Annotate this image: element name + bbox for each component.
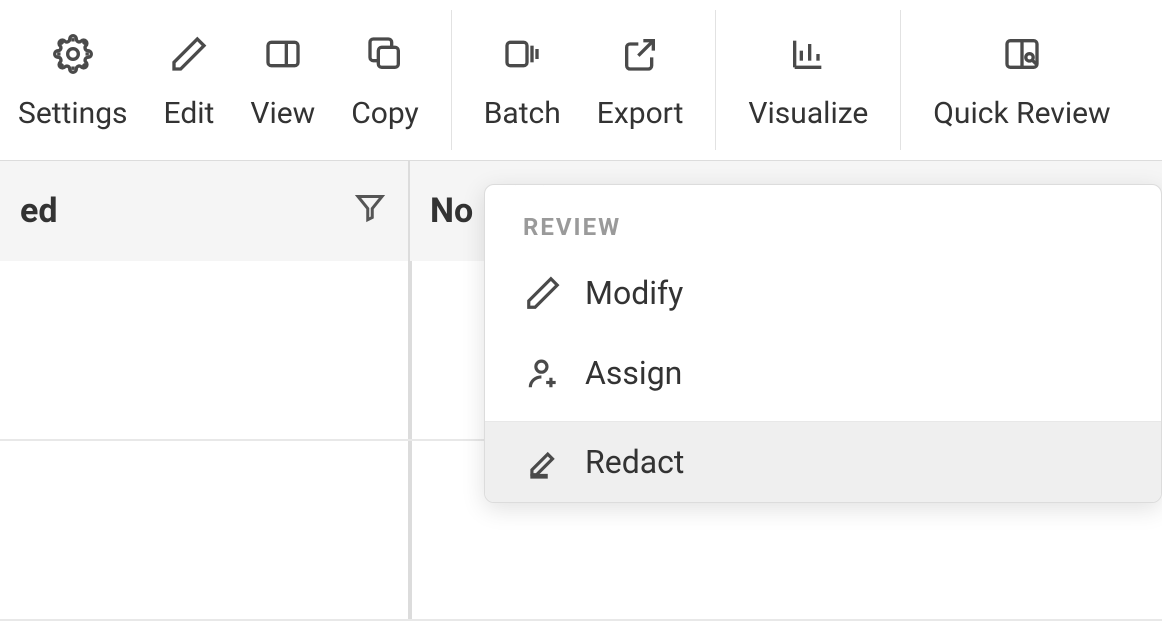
copy-label: Copy xyxy=(351,96,419,131)
visualize-button[interactable]: Visualize xyxy=(730,0,886,160)
dropdown-item-redact[interactable]: Redact xyxy=(485,422,1161,502)
view-label: View xyxy=(250,96,315,131)
copy-icon xyxy=(365,30,405,78)
edit-label: Edit xyxy=(164,96,215,131)
export-icon xyxy=(620,30,660,78)
dropdown-item-label: Assign xyxy=(585,354,682,392)
user-plus-icon xyxy=(523,353,563,393)
export-label: Export xyxy=(597,96,684,131)
batch-label: Batch xyxy=(484,96,561,131)
visualize-label: Visualize xyxy=(748,96,868,131)
batch-dropdown: REVIEW Modify Assign Redact xyxy=(484,184,1162,503)
batch-button[interactable]: Batch xyxy=(466,0,579,160)
settings-label: Settings xyxy=(18,96,128,131)
batch-icon xyxy=(502,30,542,78)
pencil-icon xyxy=(169,30,209,78)
quick-review-button[interactable]: Quick Review xyxy=(915,0,1128,160)
table-cell xyxy=(0,261,410,439)
filter-icon[interactable] xyxy=(352,189,388,234)
table-cell xyxy=(0,441,410,619)
dropdown-item-modify[interactable]: Modify xyxy=(485,253,1161,333)
quick-review-icon xyxy=(1002,30,1042,78)
edit-button[interactable]: Edit xyxy=(146,0,233,160)
toolbar: Settings Edit View Copy Batch Export Vis… xyxy=(0,0,1162,160)
toolbar-divider xyxy=(900,10,901,150)
table-cell xyxy=(410,441,412,619)
column-header-2-text: No xyxy=(430,191,473,231)
column-header-1[interactable]: ed xyxy=(0,161,410,261)
dropdown-item-label: Redact xyxy=(585,443,684,481)
panel-icon xyxy=(263,30,303,78)
pencil-icon xyxy=(523,273,563,313)
chart-icon xyxy=(788,30,828,78)
redact-icon xyxy=(523,442,563,482)
column-header-1-text: ed xyxy=(20,191,58,231)
dropdown-item-label: Modify xyxy=(585,274,683,312)
quick-review-label: Quick Review xyxy=(933,96,1110,131)
export-button[interactable]: Export xyxy=(579,0,702,160)
toolbar-divider xyxy=(715,10,716,150)
copy-button[interactable]: Copy xyxy=(333,0,437,160)
table-cell xyxy=(410,261,412,439)
settings-button[interactable]: Settings xyxy=(0,0,146,160)
dropdown-item-assign[interactable]: Assign xyxy=(485,333,1161,413)
view-button[interactable]: View xyxy=(232,0,333,160)
dropdown-section-label: REVIEW xyxy=(485,185,1161,253)
gear-icon xyxy=(53,30,93,78)
toolbar-divider xyxy=(451,10,452,150)
